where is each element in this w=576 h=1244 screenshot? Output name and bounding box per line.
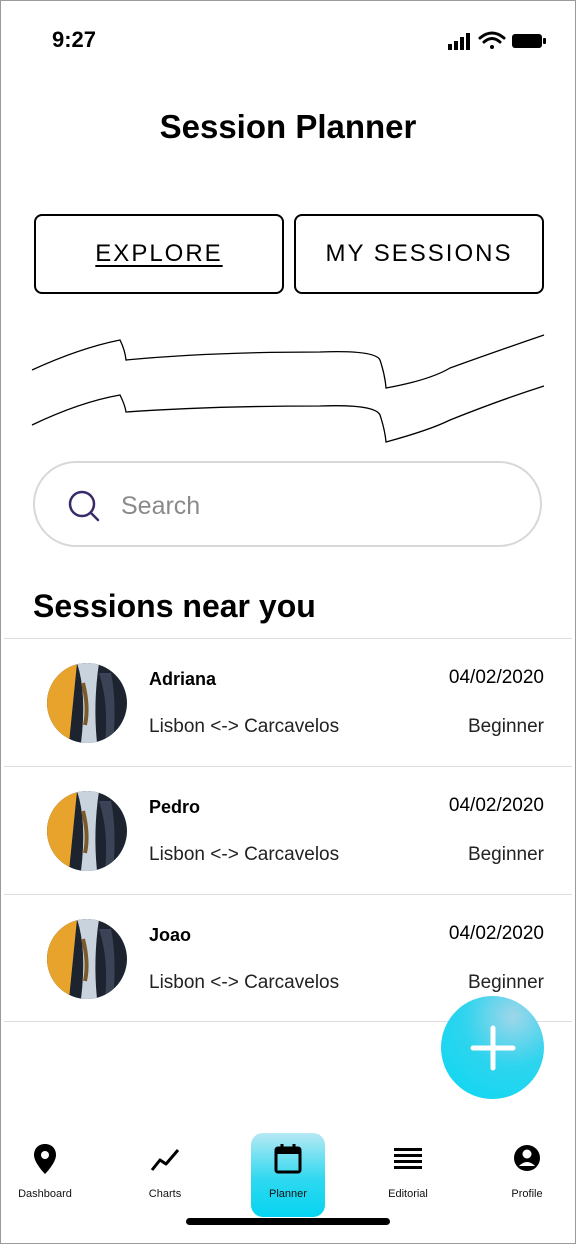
avatar (47, 663, 127, 743)
tab-editorial-label: Editorial (388, 1188, 428, 1200)
tab-dashboard[interactable]: Dashboard (0, 1130, 90, 1210)
tab-profile[interactable]: Profile (482, 1130, 572, 1210)
tab-editorial[interactable]: Editorial (363, 1130, 453, 1210)
user-circle-icon (514, 1145, 540, 1171)
session-level: Beginner (467, 716, 544, 737)
session-name: Joao (149, 925, 192, 945)
session-route: Lisbon <-> Carcavelos (149, 972, 340, 993)
location-pin-icon (34, 1144, 56, 1174)
search-bar[interactable] (33, 461, 542, 547)
session-list: Adriana 04/02/2020 Lisbon <-> Carcavelos… (4, 638, 572, 1022)
page-title: Session Planner (159, 108, 417, 145)
session-level: Beginner (467, 844, 544, 865)
section-title: Sessions near you (33, 588, 316, 624)
session-date: 04/02/2020 (448, 923, 544, 944)
tab-profile-label: Profile (511, 1188, 543, 1200)
tab-charts[interactable]: Charts (120, 1130, 210, 1210)
signal-icon (448, 33, 470, 50)
battery-icon (512, 34, 546, 48)
status-icons (448, 31, 546, 50)
search-input[interactable] (119, 481, 503, 531)
session-date: 04/02/2020 (448, 795, 544, 816)
list-lines-icon (394, 1148, 422, 1169)
search-icon (68, 490, 100, 522)
session-row[interactable]: Adriana 04/02/2020 Lisbon <-> Carcavelos… (4, 638, 572, 766)
avatar (47, 919, 127, 999)
session-name: Adriana (149, 669, 217, 689)
bottom-tab-bar: Dashboard Charts Planner Editorial Profi… (0, 1130, 576, 1210)
tab-explore[interactable]: EXPLORE (34, 214, 284, 294)
avatar (47, 791, 127, 871)
tab-my-sessions-label: MY SESSIONS (325, 240, 513, 267)
tab-charts-label: Charts (148, 1188, 182, 1200)
trend-line-icon (150, 1149, 180, 1171)
tab-dashboard-label: Dashboard (18, 1188, 72, 1200)
add-session-button[interactable] (441, 996, 544, 1099)
home-indicator (186, 1218, 390, 1225)
session-route: Lisbon <-> Carcavelos (149, 716, 340, 737)
session-name: Pedro (149, 797, 201, 817)
session-date: 04/02/2020 (448, 667, 544, 688)
tab-explore-label: EXPLORE (95, 240, 223, 267)
session-route: Lisbon <-> Carcavelos (149, 844, 340, 865)
status-time: 9:27 (52, 27, 97, 52)
plus-icon (470, 1025, 515, 1070)
decorative-squiggle (31, 334, 545, 443)
wifi-icon (478, 31, 506, 49)
calendar-icon (274, 1144, 302, 1174)
tab-planner[interactable]: Planner (243, 1130, 333, 1210)
tab-planner-label: Planner (269, 1188, 307, 1200)
session-level: Beginner (467, 972, 544, 993)
tab-my-sessions[interactable]: MY SESSIONS (294, 214, 544, 294)
session-row[interactable]: Pedro 04/02/2020 Lisbon <-> Carcavelos B… (4, 766, 572, 894)
